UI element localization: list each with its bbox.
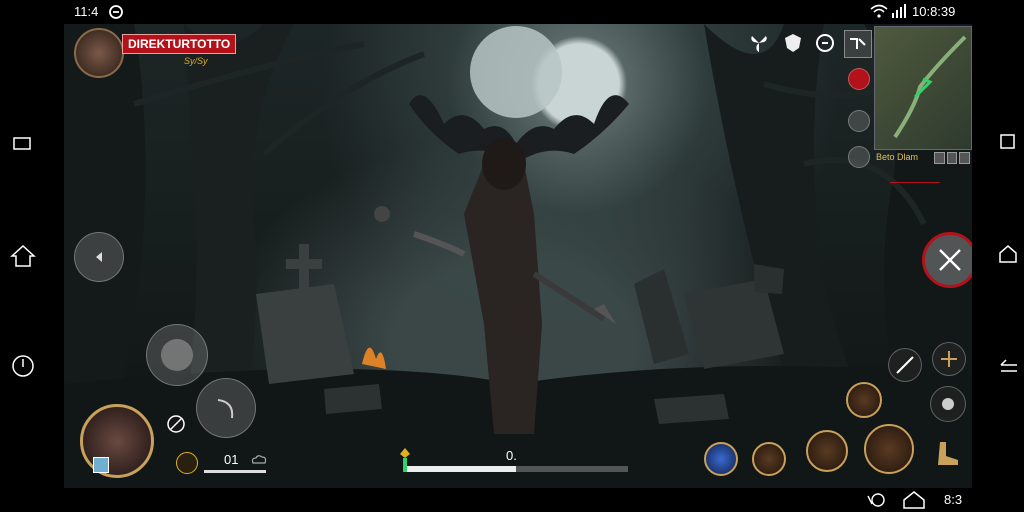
progress-bar-track <box>404 466 628 472</box>
alert-icon[interactable] <box>848 68 870 90</box>
minimap-button[interactable] <box>934 152 945 164</box>
ice-skill-button[interactable] <box>704 442 738 476</box>
ally-skill-button[interactable] <box>846 382 882 418</box>
crossbow-skill-button[interactable] <box>932 342 966 376</box>
status-time-right: 10:8:39 <box>912 4 956 19</box>
ultimate-skill-button[interactable] <box>864 424 914 474</box>
map-toggle-button[interactable] <box>844 30 872 58</box>
lock-on-icon <box>942 398 954 410</box>
timer-icon <box>867 493 885 507</box>
progress-bar-fill <box>404 466 516 472</box>
progress-marker-icon <box>400 448 410 472</box>
joystick-knob[interactable] <box>161 339 193 371</box>
cloud-icon <box>251 455 267 464</box>
minimap-buttons <box>934 152 971 164</box>
crossed-swords-icon <box>939 249 961 271</box>
fire <box>362 347 386 369</box>
minimap-button[interactable] <box>946 152 958 164</box>
weapon-skill-button[interactable] <box>888 348 922 382</box>
ammo-count: 01 <box>224 452 239 467</box>
minimap-path <box>893 35 967 139</box>
wifi-icon <box>870 4 888 18</box>
swipe-icon <box>217 399 234 419</box>
ammo-bar <box>204 470 266 473</box>
player-name-label: DIREKTURTOTTO <box>122 34 237 54</box>
trinket-icon[interactable] <box>848 110 870 132</box>
dodge-button[interactable] <box>196 378 256 438</box>
home-icon-bottom[interactable] <box>902 490 926 510</box>
boot-icon[interactable] <box>932 438 962 468</box>
power-icon[interactable] <box>11 354 35 378</box>
crossbow-icon <box>941 351 957 367</box>
helmet-icon[interactable] <box>814 32 836 54</box>
virtual-joystick[interactable] <box>146 324 208 386</box>
gravestone <box>256 284 354 384</box>
target-icon[interactable] <box>166 414 186 434</box>
status-time-left: 11:4 <box>74 4 99 19</box>
attack-button[interactable] <box>922 232 972 288</box>
game-viewport[interactable]: DIREKTURTOTTO Sy/Sy Beto Dlam 01 0. <box>64 24 972 488</box>
slash-icon <box>896 356 914 374</box>
coin-icon <box>176 452 198 474</box>
recent-apps-icon[interactable] <box>13 134 31 152</box>
status-bar: 11:4 10:8:39 <box>0 0 1024 24</box>
map-icon <box>850 38 866 49</box>
character-portrait[interactable] <box>80 404 154 478</box>
bottom-time: 8:3 <box>944 492 963 507</box>
minimap-sub-label <box>890 168 940 183</box>
player-avatar[interactable] <box>74 28 124 78</box>
player-subtitle: Sy/Sy <box>184 56 208 66</box>
skull-skill-button[interactable] <box>752 442 786 476</box>
portrait-badge-icon <box>93 457 109 473</box>
lock-on-button[interactable] <box>930 386 966 422</box>
home-icon[interactable] <box>10 244 36 268</box>
grave-cross <box>286 244 322 289</box>
bottom-nav-bar: 8:3 <box>0 488 1024 512</box>
fan-icon[interactable] <box>748 32 770 54</box>
moon <box>470 26 562 118</box>
shield-icon[interactable] <box>782 32 804 54</box>
home-icon-right[interactable] <box>998 244 1018 264</box>
minimap[interactable] <box>874 26 972 150</box>
progress-marker <box>400 448 410 472</box>
slash-skill-button[interactable] <box>806 430 848 472</box>
left-nav-bar <box>0 24 64 488</box>
gravestone <box>634 269 689 364</box>
signal-icon <box>892 4 906 18</box>
overview-icon[interactable] <box>998 132 1016 150</box>
minimap-button[interactable] <box>959 152 971 164</box>
item-icon[interactable] <box>848 146 870 168</box>
chevron-left-icon <box>96 252 102 262</box>
notification-icon <box>109 5 123 19</box>
minimap-label: Beto Dlam <box>876 152 919 162</box>
progress-value: 0. <box>506 448 517 463</box>
back-icon[interactable] <box>998 356 1020 374</box>
right-nav-bar <box>972 24 1024 488</box>
move-left-button[interactable] <box>74 232 124 282</box>
